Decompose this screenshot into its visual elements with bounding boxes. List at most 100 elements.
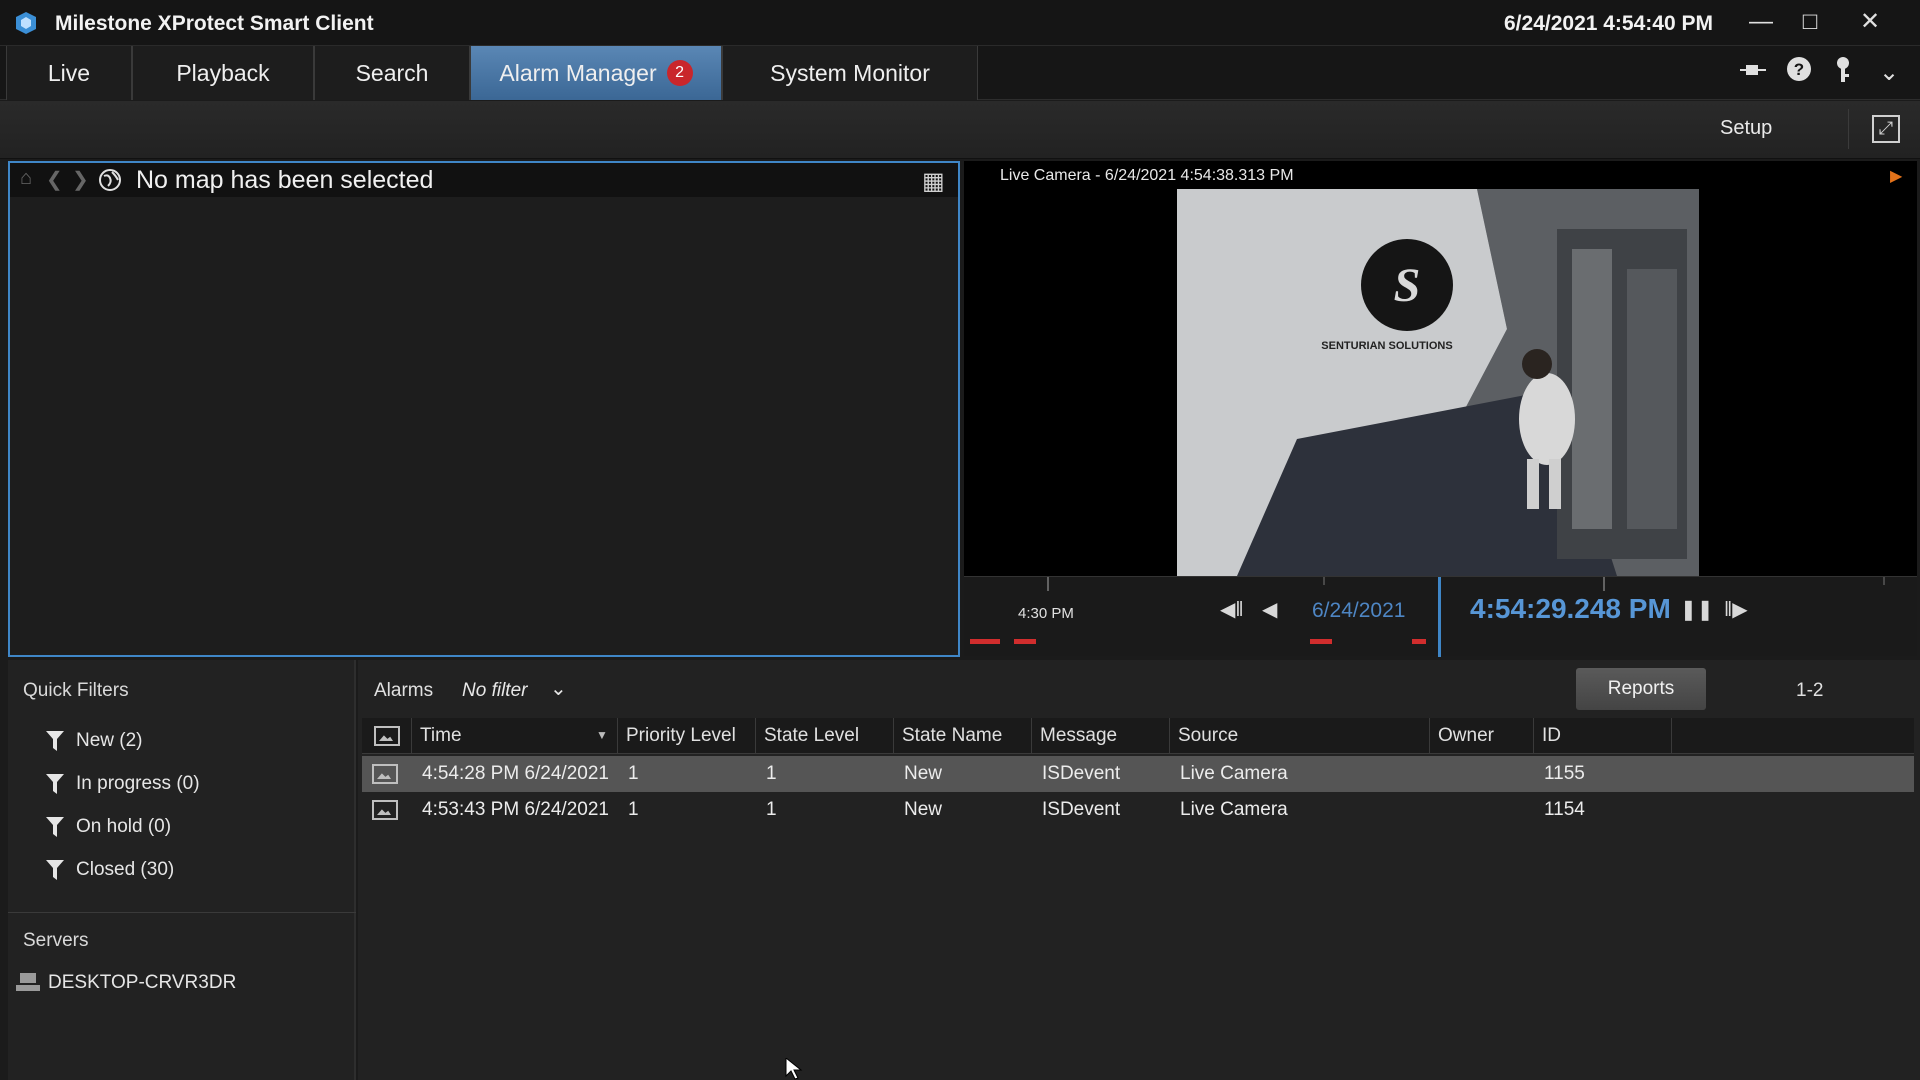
- title-bar: Milestone XProtect Smart Client 6/24/202…: [0, 0, 1920, 46]
- tab-label: Alarm Manager: [499, 59, 657, 86]
- tab-alarm-manager[interactable]: Alarm Manager 2: [470, 46, 722, 100]
- key-icon[interactable]: [1826, 56, 1860, 90]
- sidebar-divider: [8, 912, 356, 913]
- event-mark: [1014, 639, 1036, 644]
- column-header-id[interactable]: ID: [1534, 718, 1672, 754]
- cell-message: ISDevent: [1042, 799, 1121, 820]
- column-header-state-name[interactable]: State Name: [894, 718, 1032, 754]
- chevron-down-icon[interactable]: ⌄: [550, 676, 567, 701]
- timeline-event-marks: [964, 639, 1917, 644]
- alarm-sidebar: Quick Filters New (2) In progress (0) On…: [8, 660, 356, 1080]
- chevron-down-icon[interactable]: ⌄: [1872, 56, 1906, 90]
- tab-label: System Monitor: [770, 59, 930, 86]
- grid-icon[interactable]: ▦: [922, 167, 945, 196]
- cell-time: 4:54:28 PM 6/24/2021: [422, 763, 609, 784]
- forward-icon[interactable]: ❯: [72, 167, 89, 192]
- alarms-label: Alarms: [374, 680, 434, 701]
- camera-title: Live Camera - 6/24/2021 4:54:38.313 PM: [1000, 167, 1294, 184]
- playback-timeline[interactable]: 4:30 PM ◀‖ ◀ 6/24/2021 4:54:29.248 PM ❚❚…: [964, 576, 1917, 657]
- tab-live[interactable]: Live: [6, 46, 132, 100]
- table-row[interactable]: 4:54:28 PM 6/24/2021 1 1 New ISDevent Li…: [362, 756, 1914, 792]
- cell-message: ISDevent: [1042, 763, 1121, 784]
- cell-id: 1155: [1544, 763, 1585, 784]
- pause-icon[interactable]: ❚❚: [1680, 597, 1714, 622]
- filter-in-progress[interactable]: In progress (0): [46, 773, 200, 795]
- filter-new[interactable]: New (2): [46, 730, 143, 752]
- tab-label: Search: [355, 59, 429, 86]
- globe-icon[interactable]: [98, 168, 122, 192]
- camera-view[interactable]: Live Camera - 6/24/2021 4:54:38.313 PM ▶…: [964, 161, 1917, 576]
- map-panel[interactable]: ⌂ ❮ ❯ No map has been selected ▦: [8, 161, 960, 657]
- filter-icon: [46, 731, 64, 751]
- event-mark: [1310, 639, 1332, 644]
- filter-icon: [46, 860, 64, 880]
- timeline-time-label: 4:30 PM: [1018, 605, 1074, 622]
- column-header-source[interactable]: Source: [1170, 718, 1430, 754]
- cell-state-level: 1: [766, 799, 777, 820]
- column-header-state-level[interactable]: State Level: [756, 718, 894, 754]
- cell-priority: 1: [628, 763, 639, 784]
- toolbar-divider: [1848, 109, 1849, 149]
- filter-label: Closed (30): [76, 859, 175, 880]
- home-icon[interactable]: ⌂: [20, 167, 32, 190]
- server-icon: [16, 973, 40, 991]
- cell-time: 4:53:43 PM 6/24/2021: [422, 799, 609, 820]
- cell-state-name: New: [904, 763, 943, 784]
- filter-icon: [46, 817, 64, 837]
- help-icon[interactable]: ?: [1782, 56, 1816, 90]
- column-header-message[interactable]: Message: [1032, 718, 1170, 754]
- image-icon[interactable]: [372, 764, 398, 784]
- tab-search[interactable]: Search: [314, 46, 470, 100]
- skip-back-icon[interactable]: ◀‖: [1220, 597, 1244, 622]
- camera-video-feed: S SENTURIAN SOLUTIONS: [1177, 189, 1699, 576]
- step-back-icon[interactable]: ◀: [1262, 597, 1277, 622]
- map-title: No map has been selected: [136, 166, 434, 194]
- app-logo-icon: [16, 12, 36, 34]
- filter-on-hold[interactable]: On hold (0): [46, 816, 171, 838]
- cell-priority: 1: [628, 799, 639, 820]
- mouse-cursor-icon: [785, 1058, 803, 1080]
- column-header-owner[interactable]: Owner: [1430, 718, 1534, 754]
- filter-icon: [46, 774, 64, 794]
- clock: 6/24/2021 4:54:40 PM: [1504, 12, 1713, 35]
- tab-label: Playback: [176, 59, 270, 86]
- cell-state-level: 1: [766, 763, 777, 784]
- sort-icon: ▼: [596, 728, 608, 742]
- table-header: Time ▼ Priority Level State Level State …: [362, 718, 1914, 754]
- maximize-icon[interactable]: □: [1785, 4, 1835, 40]
- event-mark: [970, 639, 1000, 644]
- minimize-icon[interactable]: —: [1736, 4, 1786, 40]
- filter-label: New (2): [76, 730, 143, 751]
- step-forward-icon[interactable]: ‖▶: [1724, 597, 1748, 622]
- pin-icon[interactable]: [1736, 56, 1770, 90]
- filter-closed[interactable]: Closed (30): [46, 859, 174, 881]
- column-header-priority[interactable]: Priority Level: [618, 718, 756, 754]
- server-label: DESKTOP-CRVR3DR: [48, 972, 237, 993]
- servers-heading: Servers: [23, 930, 89, 951]
- cell-source: Live Camera: [1180, 763, 1288, 784]
- back-icon[interactable]: ❮: [46, 167, 63, 192]
- timeline-cursor[interactable]: [1438, 577, 1441, 657]
- alarm-count-badge: 2: [666, 60, 693, 86]
- image-icon[interactable]: [372, 800, 398, 820]
- event-mark: [1412, 639, 1426, 644]
- column-header-time[interactable]: Time: [412, 718, 618, 754]
- setup-button[interactable]: Setup: [1720, 117, 1772, 140]
- tab-system-monitor[interactable]: System Monitor: [722, 46, 978, 100]
- tab-playback[interactable]: Playback: [132, 46, 314, 100]
- workspace-tabs: Live Playback Search Alarm Manager 2 Sys…: [0, 46, 1920, 100]
- fullscreen-icon[interactable]: ⤢: [1872, 115, 1900, 143]
- svg-text:S: S: [1394, 259, 1421, 312]
- table-row[interactable]: 4:53:43 PM 6/24/2021 1 1 New ISDevent Li…: [362, 792, 1914, 828]
- cell-state-name: New: [904, 799, 943, 820]
- quick-filters-heading: Quick Filters: [23, 680, 129, 701]
- reports-button[interactable]: Reports: [1576, 668, 1706, 710]
- alarm-range: 1-2: [1796, 680, 1824, 701]
- alarm-filter-select[interactable]: No filter: [462, 680, 527, 702]
- cell-source: Live Camera: [1180, 799, 1288, 820]
- filter-label: On hold (0): [76, 816, 172, 837]
- close-icon[interactable]: ✕: [1845, 4, 1895, 40]
- play-icon[interactable]: ▶: [1890, 166, 1902, 186]
- server-item[interactable]: DESKTOP-CRVR3DR: [16, 972, 236, 994]
- column-header-image[interactable]: [362, 718, 412, 754]
